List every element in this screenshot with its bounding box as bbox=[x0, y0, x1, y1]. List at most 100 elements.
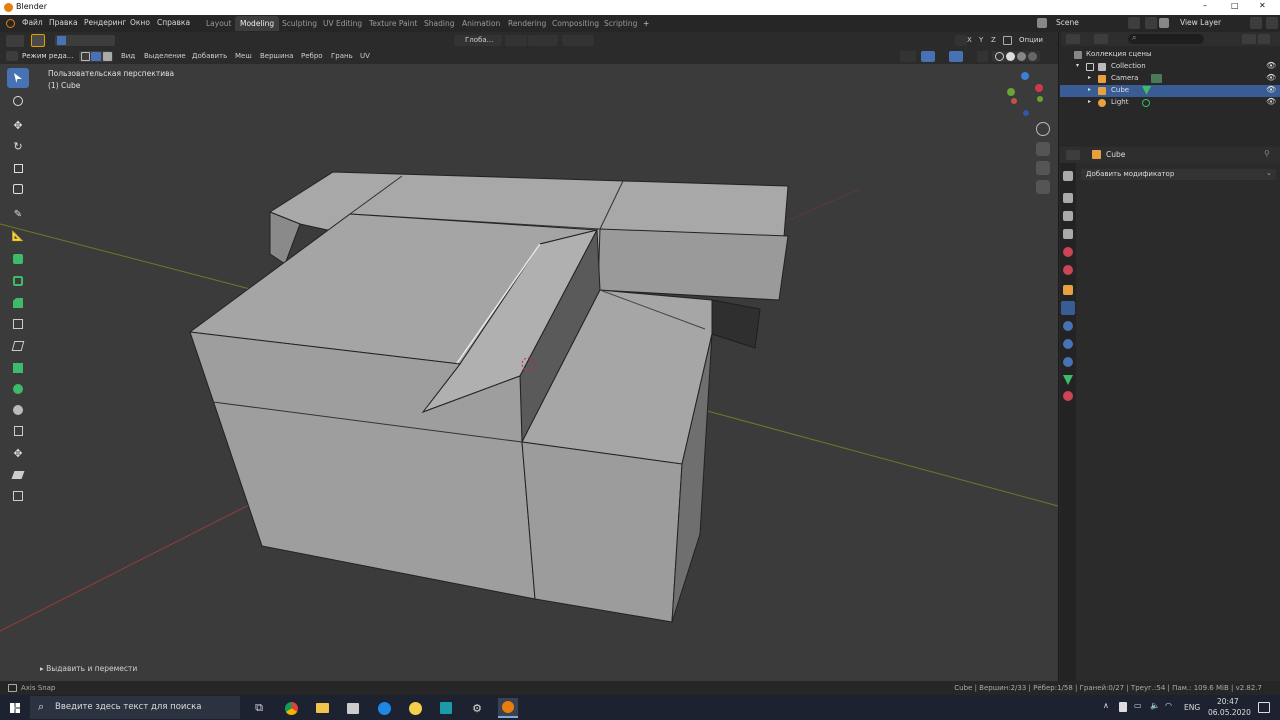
tray-chevron-icon[interactable]: ∧ bbox=[1103, 701, 1109, 710]
wifi-icon[interactable]: ◠ bbox=[1165, 701, 1172, 710]
scale-tool-icon[interactable] bbox=[7, 158, 29, 178]
camera-view-icon[interactable] bbox=[1036, 161, 1050, 175]
data-tab-icon[interactable] bbox=[1063, 375, 1073, 385]
proportional-edit-icon[interactable] bbox=[562, 35, 594, 46]
select-box-icon[interactable] bbox=[31, 34, 45, 47]
lock-icon[interactable] bbox=[1003, 36, 1012, 45]
tab-layout[interactable]: Layout bbox=[201, 16, 237, 31]
expand-icon[interactable]: ▾ bbox=[1076, 62, 1079, 69]
tool-tab-icon[interactable] bbox=[1063, 171, 1073, 181]
shrink-fatten-tool-icon[interactable]: ✥ bbox=[7, 443, 29, 463]
object-tab-icon[interactable] bbox=[1063, 285, 1073, 295]
solid-shading-icon[interactable] bbox=[1006, 52, 1015, 61]
rip-tool-icon[interactable] bbox=[7, 486, 29, 506]
knife-tool-icon[interactable] bbox=[7, 336, 29, 356]
eye-icon[interactable]: 👁 bbox=[1266, 85, 1276, 94]
rotate-tool-icon[interactable]: ↻ bbox=[7, 136, 29, 156]
photos-app-icon[interactable] bbox=[436, 698, 456, 718]
menu-mesh[interactable]: Меш bbox=[235, 52, 252, 60]
settings-app-icon[interactable]: ⚙ bbox=[467, 698, 487, 718]
outliner-scene-collection[interactable]: Коллекция сцены bbox=[1060, 49, 1280, 61]
language-indicator[interactable]: ENG bbox=[1184, 703, 1200, 712]
output-tab-icon[interactable] bbox=[1063, 211, 1073, 221]
menu-face[interactable]: Грань bbox=[331, 52, 353, 60]
menu-vertex[interactable]: Вершина bbox=[260, 52, 293, 60]
inset-tool-icon[interactable] bbox=[7, 271, 29, 291]
tab-animation[interactable]: Animation bbox=[457, 16, 505, 31]
new-collection-icon[interactable] bbox=[1258, 34, 1270, 44]
gizmo-y-axis-icon[interactable] bbox=[1007, 88, 1015, 96]
pin-icon[interactable]: ⚲ bbox=[1264, 149, 1270, 158]
sticky-app-icon[interactable] bbox=[405, 698, 425, 718]
world-tab-icon[interactable] bbox=[1063, 265, 1073, 275]
menu-help[interactable]: Справка bbox=[157, 18, 190, 27]
physics-tab-icon[interactable] bbox=[1063, 339, 1073, 349]
editor-type-icon[interactable] bbox=[6, 35, 24, 47]
rendered-shading-icon[interactable] bbox=[1028, 52, 1037, 61]
task-view-icon[interactable]: ⧉ bbox=[249, 698, 269, 718]
viewport-canvas[interactable] bbox=[0, 64, 1058, 681]
3d-viewport[interactable]: Пользовательская перспектива (1) Cube ▸ … bbox=[0, 64, 1058, 681]
view-layer-selector[interactable]: View Layer bbox=[1180, 18, 1221, 27]
mirror-y-toggle[interactable]: Y bbox=[979, 36, 983, 44]
gizmo-neg-x-icon[interactable] bbox=[1011, 98, 1017, 104]
select-tool-icon[interactable] bbox=[7, 68, 29, 88]
tab-scripting[interactable]: Scripting bbox=[599, 16, 642, 31]
blender-menu-icon[interactable] bbox=[6, 19, 15, 28]
mirror-icon[interactable] bbox=[955, 35, 967, 46]
loop-cut-tool-icon[interactable] bbox=[7, 314, 29, 334]
new-view-layer-icon[interactable] bbox=[1250, 17, 1262, 29]
last-operator-panel[interactable]: ▸ Выдавить и перемести bbox=[40, 664, 137, 673]
edge-slide-tool-icon[interactable] bbox=[7, 421, 29, 441]
battery-icon[interactable] bbox=[1119, 702, 1127, 712]
menu-window[interactable]: Окно bbox=[130, 18, 150, 27]
extrude-tool-icon[interactable] bbox=[7, 249, 29, 269]
chrome-icon[interactable] bbox=[281, 698, 301, 718]
eye-icon[interactable]: 👁 bbox=[1266, 73, 1276, 82]
select-mode-new-icon[interactable] bbox=[57, 36, 66, 45]
tab-compositing[interactable]: Compositing bbox=[547, 16, 604, 31]
volume-icon[interactable]: 🔈 bbox=[1150, 701, 1160, 710]
tab-modeling[interactable]: Modeling bbox=[235, 16, 280, 31]
expand-icon[interactable]: ▸ bbox=[1088, 98, 1091, 105]
minimize-button[interactable]: – bbox=[1203, 1, 1207, 10]
vertex-select-mode-icon[interactable] bbox=[81, 52, 90, 61]
menu-add[interactable]: Добавить bbox=[192, 52, 227, 60]
checkbox-icon[interactable] bbox=[1086, 63, 1094, 71]
edge-icon[interactable] bbox=[374, 698, 394, 718]
snap-icon[interactable] bbox=[528, 35, 558, 46]
outliner-display-mode-icon[interactable] bbox=[1094, 34, 1108, 44]
pan-hand-icon[interactable] bbox=[1036, 142, 1050, 156]
expand-icon[interactable]: ▸ bbox=[1088, 74, 1091, 81]
view-layer-tab-icon[interactable] bbox=[1063, 229, 1073, 239]
delete-view-layer-icon[interactable] bbox=[1266, 17, 1278, 29]
edge-select-mode-icon[interactable] bbox=[91, 52, 101, 61]
tab-sculpting[interactable]: Sculpting bbox=[277, 16, 322, 31]
menu-select[interactable]: Выделение bbox=[144, 52, 186, 60]
tab-texture-paint[interactable]: Texture Paint bbox=[364, 16, 422, 31]
material-tab-icon[interactable] bbox=[1063, 391, 1073, 401]
menu-edit[interactable]: Правка bbox=[49, 18, 78, 27]
shear-tool-icon[interactable] bbox=[7, 465, 29, 485]
close-window-button[interactable]: ✕ bbox=[1259, 1, 1266, 10]
new-scene-icon[interactable] bbox=[1128, 17, 1140, 29]
mode-dropdown[interactable]: Режим реда... bbox=[22, 52, 73, 60]
bevel-tool-icon[interactable] bbox=[7, 293, 29, 313]
navigation-gizmo[interactable] bbox=[1005, 72, 1047, 116]
eye-icon[interactable]: 👁 bbox=[1266, 97, 1276, 106]
pivot-point-icon[interactable] bbox=[505, 35, 527, 46]
store-icon[interactable] bbox=[343, 698, 363, 718]
network-icon[interactable]: ▭ bbox=[1134, 701, 1142, 710]
notifications-icon[interactable] bbox=[1258, 702, 1270, 713]
menu-edge[interactable]: Ребро bbox=[301, 52, 323, 60]
gizmo-toggle-icon[interactable] bbox=[921, 51, 935, 62]
clock-date[interactable]: 06.05.2020 bbox=[1208, 708, 1251, 717]
windows-start-icon[interactable] bbox=[5, 698, 25, 718]
scene-selector[interactable]: Scene bbox=[1056, 18, 1079, 27]
options-dropdown[interactable]: Опции bbox=[1019, 36, 1043, 44]
menu-view[interactable]: Вид bbox=[121, 52, 135, 60]
transform-tool-icon[interactable] bbox=[7, 179, 29, 199]
annotate-tool-icon[interactable]: ✎ bbox=[7, 204, 29, 224]
zoom-icon[interactable] bbox=[1036, 122, 1050, 136]
cursor-tool-icon[interactable] bbox=[7, 91, 29, 111]
